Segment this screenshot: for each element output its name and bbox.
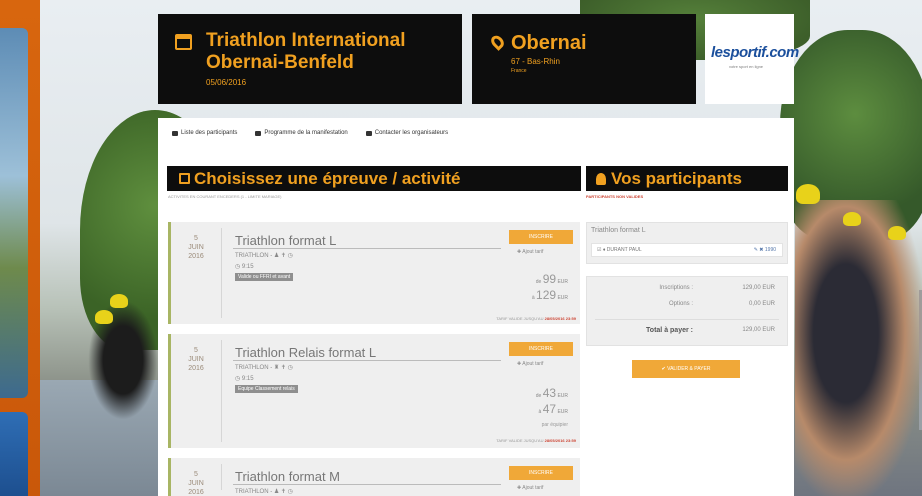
event-card-title: Triathlon format M (235, 469, 340, 484)
registration-panel: Liste des participants Programme de la m… (158, 118, 794, 496)
event-header: Triathlon International Obernai-Benfeld … (158, 14, 462, 104)
event-card-time: ◷ 9:15 (235, 264, 254, 270)
photo-swim-cap (843, 212, 861, 226)
sponsor-logo-box[interactable]: lesportif.com votre sport en ligne (705, 14, 799, 104)
top-navigation: Liste des participants Programme de la m… (172, 130, 448, 136)
price-high: à 129 EUR (531, 288, 568, 302)
price-low: de 43 EUR (535, 386, 568, 400)
event-card-tag: Valide ou FFRI et avant (235, 273, 294, 281)
price-per-person: par équipier (541, 422, 568, 428)
sponsor-logo: lesportif.com (711, 44, 799, 61)
events-section-header: Choisissez une épreuve / activité (167, 166, 581, 191)
event-date: 05/06/2016 (206, 78, 247, 87)
sponsor-tagline: votre sport en ligne (729, 64, 764, 69)
event-card: 5 JUIN 2016 Triathlon format M TRIATHLON… (168, 458, 580, 496)
tarif-validity: TARIF VALIDE JUSQU'AU 28/05/2016 23:59 (496, 316, 576, 321)
location-header: Obernai 67 - Bas-Rhin France (472, 14, 696, 104)
event-card-tag: Equipe Classement relais (235, 385, 298, 393)
calendar-icon (175, 34, 192, 50)
event-card-category: TRIATHLON - ♜ ✝ ◷ (235, 365, 293, 371)
location-city: Obernai (511, 32, 587, 54)
nav-participants-list[interactable]: Liste des participants (172, 130, 237, 136)
divider (233, 484, 501, 485)
divider (221, 228, 222, 318)
event-card-title: Triathlon Relais format L (235, 345, 377, 360)
edit-icon (179, 173, 190, 184)
cart-totals: Inscriptions : 129,00 EUR Options : 0,00… (586, 276, 788, 346)
register-button[interactable]: INSCRIRE (509, 466, 573, 480)
participants-section-header: Vos participants (586, 166, 788, 191)
event-card: 5 JUIN 2016 Triathlon format L TRIATHLON… (168, 222, 580, 324)
photo-swim-cap (796, 184, 820, 204)
add-tarif-link[interactable]: ✚ Ajout tarif (517, 361, 543, 367)
list-icon (172, 130, 178, 136)
event-card-category: TRIATHLON - ♟ ✝ ◷ (235, 489, 293, 495)
location-country: France (511, 68, 527, 74)
event-title: Triathlon International Obernai-Benfeld (206, 30, 406, 73)
calendar-icon (255, 130, 262, 136)
participant-actions[interactable]: ✎ ✖ 1990 (754, 247, 776, 253)
divider (221, 464, 222, 490)
event-card-date: 5 JUIN 2016 (188, 235, 204, 260)
nav-event-program[interactable]: Programme de la manifestation (255, 130, 348, 136)
divider (233, 248, 501, 249)
participant-row[interactable]: ☑ ♦ DURANT PAUL ✎ ✖ 1990 (591, 243, 783, 257)
events-section-subtext: ACTIVITES EN COURANT ENCEDERS (1 - LIMIT… (168, 194, 282, 199)
participant-cart: Triathlon format L ☑ ♦ DURANT PAUL ✎ ✖ 1… (586, 222, 788, 264)
side-thumbnail-photo (0, 28, 28, 398)
add-tarif-link[interactable]: ✚ Ajout tarif (517, 249, 543, 255)
register-button[interactable]: INSCRIRE (509, 342, 573, 356)
divider (221, 340, 222, 442)
price-high: à 47 EUR (538, 402, 568, 416)
event-card-date: 5 JUIN 2016 (188, 471, 204, 496)
event-card-time: ◷ 9:15 (235, 376, 254, 382)
orange-frame-left (0, 0, 40, 496)
event-card-date: 5 JUIN 2016 (188, 347, 204, 372)
validate-and-pay-button[interactable]: ✔ VALIDER & PAYER (632, 360, 740, 378)
nav-contact-organizers[interactable]: Contacter les organisateurs (365, 130, 448, 136)
map-pin-icon (488, 33, 507, 51)
event-card-category: TRIATHLON - ♟ ✝ ◷ (235, 253, 293, 259)
participants-section-subtext: PARTICIPANTS NON VALIDES (586, 194, 644, 199)
divider (233, 360, 501, 361)
participant-name: ☑ ♦ DURANT PAUL (597, 247, 642, 253)
event-card-title: Triathlon format L (235, 233, 337, 248)
side-thumbnail-photo (0, 412, 28, 496)
photo-swim-cap (888, 226, 906, 240)
event-card: 5 JUIN 2016 Triathlon Relais format L TR… (168, 334, 580, 448)
photo-swim-cap (110, 294, 128, 308)
user-icon (596, 173, 606, 185)
divider (595, 319, 779, 320)
photo-swim-cap (95, 310, 113, 324)
envelope-icon (365, 130, 372, 136)
tarif-validity: TARIF VALIDE JUSQU'AU 28/05/2016 23:59 (496, 438, 576, 443)
register-button[interactable]: INSCRIRE (509, 230, 573, 244)
location-department: 67 - Bas-Rhin (511, 57, 560, 66)
cart-event-title: Triathlon format L (591, 227, 646, 234)
add-tarif-link[interactable]: ✚ Ajout tarif (517, 485, 543, 491)
photo-runner (795, 200, 922, 496)
price-low: de 99 EUR (535, 272, 568, 286)
